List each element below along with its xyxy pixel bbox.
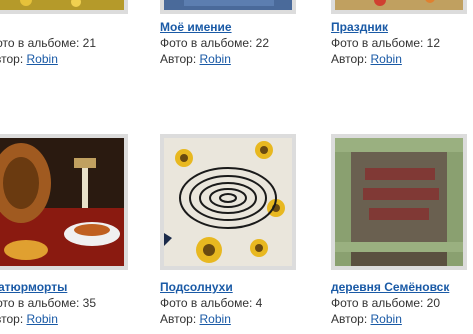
album-photo	[0, 138, 124, 266]
album-photo-count: Фото в альбоме: 22	[160, 36, 270, 50]
album-author-link[interactable]: Robin	[371, 52, 402, 66]
album-author-link[interactable]: Robin	[200, 312, 231, 326]
album-author-link[interactable]: Robin	[27, 52, 58, 66]
album-photo	[164, 0, 292, 10]
album-thumbnail[interactable]	[331, 134, 467, 270]
album-photo	[335, 138, 463, 266]
album-thumbnail[interactable]	[160, 0, 296, 14]
album-title-link[interactable]: Праздник	[331, 20, 388, 34]
album-author-link[interactable]: Robin	[371, 312, 402, 326]
album-photo-count: Фото в альбоме: 12	[331, 36, 441, 50]
album-photo-count: Фото в альбоме: 35	[0, 296, 97, 310]
album-thumbnail[interactable]	[160, 134, 296, 270]
album-title-link[interactable]: Подсолнухи	[160, 280, 233, 294]
album-photo-count: Фото в альбоме: 20	[331, 296, 441, 310]
album-photo	[164, 138, 292, 266]
album-title-link[interactable]: Моё имение	[160, 20, 232, 34]
album-title-link[interactable]: атюрморты	[0, 280, 67, 294]
album-author-line: Автор: Robin	[160, 52, 231, 66]
album-photo-count: Фото в альбоме: 4	[160, 296, 263, 310]
album-author-line: Автор: Robin	[160, 312, 231, 326]
album-author-line: Автор: Robin	[331, 52, 402, 66]
album-photo	[0, 0, 124, 10]
album-author-line: Автор: Robin	[0, 312, 58, 326]
album-author-link[interactable]: Robin	[200, 52, 231, 66]
album-photo	[335, 0, 463, 10]
album-author-link[interactable]: Robin	[27, 312, 58, 326]
album-thumbnail[interactable]	[0, 0, 128, 14]
album-author-line: Автор: Robin	[0, 52, 58, 66]
album-photo-count: Фото в альбоме: 21	[0, 36, 97, 50]
album-thumbnail[interactable]	[331, 0, 467, 14]
album-author-line: Автор: Robin	[331, 312, 402, 326]
album-title-link[interactable]: деревня Семёновск	[331, 280, 449, 294]
album-thumbnail[interactable]	[0, 134, 128, 270]
